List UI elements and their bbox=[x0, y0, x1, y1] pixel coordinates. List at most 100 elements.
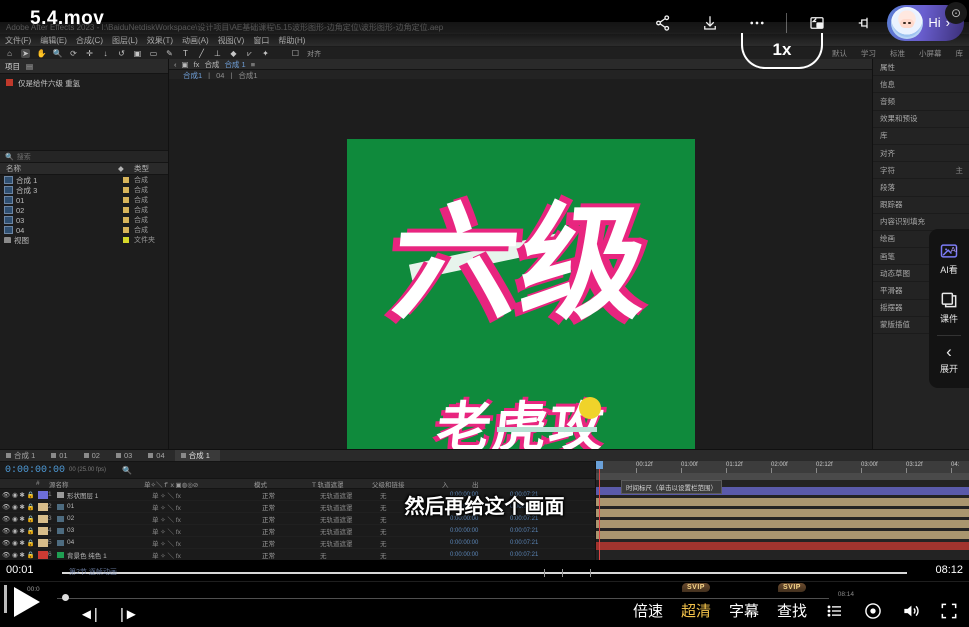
col-in[interactable]: 入 bbox=[442, 479, 472, 489]
hand-tool-icon[interactable]: ✋ bbox=[37, 49, 46, 58]
menu-edit[interactable]: 编辑(E) bbox=[40, 35, 67, 46]
layer-track-matte[interactable]: 无轨道遮罩 bbox=[320, 526, 380, 536]
next-button[interactable]: |► bbox=[120, 606, 139, 623]
timeline-layer-bar[interactable] bbox=[596, 542, 969, 550]
label-color-chip[interactable] bbox=[123, 197, 129, 203]
chapter-marker[interactable] bbox=[590, 569, 591, 577]
layer-name[interactable]: 背景色 纯色 1 bbox=[67, 550, 107, 560]
layer-out-point[interactable]: 0:00:07:21 bbox=[510, 528, 570, 534]
project-item[interactable]: 合成 1合成 bbox=[0, 175, 168, 185]
pause-icon[interactable] bbox=[4, 585, 13, 599]
layer-in-point[interactable]: 0:00:00:00 bbox=[450, 552, 510, 558]
progress-track[interactable] bbox=[62, 572, 907, 574]
workspace-smallscreen[interactable]: 小屏幕 bbox=[919, 48, 942, 59]
layer-mode[interactable]: 正常 bbox=[262, 550, 320, 560]
column-name[interactable]: 名称 bbox=[0, 163, 118, 174]
layer-track-matte[interactable]: 无 bbox=[320, 550, 380, 560]
previous-button[interactable]: ◄| bbox=[79, 606, 98, 623]
layer-name[interactable]: 04 bbox=[67, 539, 74, 546]
timeline-layer-bar[interactable] bbox=[596, 520, 969, 528]
menu-layer[interactable]: 图层(L) bbox=[112, 35, 138, 46]
project-tab[interactable]: 项目 bbox=[5, 61, 20, 72]
project-search-row[interactable]: 🔍 搜索 bbox=[0, 151, 168, 163]
layer-parent[interactable]: 无 bbox=[380, 550, 450, 560]
zoom-tool-icon[interactable]: 🔍 bbox=[53, 49, 62, 58]
timeline-work-area[interactable] bbox=[596, 473, 969, 480]
type-tool-icon[interactable]: T bbox=[181, 49, 190, 58]
layer-track-matte[interactable]: 无轨道遮罩 bbox=[320, 538, 380, 548]
layer-mode[interactable]: 正常 bbox=[262, 538, 320, 548]
layer-out-point[interactable]: 0:00:07:21 bbox=[510, 552, 570, 558]
courseware-button[interactable]: 课件 bbox=[929, 286, 969, 332]
roto-brush-tool-icon[interactable]: ⩗ bbox=[245, 49, 254, 58]
expand-rail-button[interactable]: ‹ 展开 bbox=[929, 339, 969, 382]
project-panel-menu-icon[interactable]: ▤ bbox=[26, 62, 33, 71]
label-color-chip[interactable] bbox=[123, 217, 129, 223]
viewer-fx-icon[interactable]: fx bbox=[194, 60, 200, 69]
yellow-dot-shape[interactable] bbox=[579, 397, 601, 419]
layer-color-chip[interactable] bbox=[38, 551, 48, 559]
fullscreen-icon[interactable] bbox=[939, 601, 959, 621]
composition-canvas[interactable]: 六级 老虎攻 bbox=[347, 139, 695, 487]
project-search-input[interactable]: 搜索 bbox=[17, 152, 31, 162]
right-panel-tab[interactable]: 字符主 bbox=[873, 162, 969, 179]
workspace-default[interactable]: 默认 bbox=[832, 48, 847, 59]
label-color-chip[interactable] bbox=[123, 187, 129, 193]
download-icon[interactable] bbox=[686, 0, 733, 45]
timeline-tab[interactable]: 合成 1 bbox=[175, 450, 220, 461]
workspace-learn[interactable]: 学习 bbox=[861, 48, 876, 59]
layer-switches[interactable]: 👁 ◉ ✱ 🔒 bbox=[0, 539, 38, 547]
layer-switch-icons[interactable]: 单 ✧ ＼ fx bbox=[152, 550, 262, 560]
layer-out-point[interactable]: 0:00:07:21 bbox=[510, 540, 570, 546]
brush-tool-icon[interactable]: ╱ bbox=[197, 49, 206, 58]
volume-icon[interactable] bbox=[901, 601, 921, 621]
col-mode[interactable]: 模式 bbox=[254, 479, 312, 489]
chapter-marker[interactable] bbox=[562, 569, 563, 577]
rotation-tool-icon[interactable]: ⟳ bbox=[69, 49, 78, 58]
current-time-indicator-head[interactable] bbox=[596, 461, 603, 469]
menu-view[interactable]: 视图(V) bbox=[218, 35, 245, 46]
pen-tool-icon[interactable]: ✎ bbox=[165, 49, 174, 58]
timeline-layer-bar[interactable] bbox=[596, 531, 969, 539]
mask-tool-icon[interactable]: ▣ bbox=[133, 49, 142, 58]
ai-watch-button[interactable]: AI AI看 bbox=[929, 237, 969, 283]
right-panel-tab[interactable]: 效果和预设 bbox=[873, 111, 969, 128]
layer-in-point[interactable]: 0:00:00:00 bbox=[450, 528, 510, 534]
col-parent[interactable]: 父级和链接 bbox=[372, 479, 442, 489]
camera-tool-icon[interactable]: ↓ bbox=[101, 49, 110, 58]
search-button[interactable]: SVIP 查找 bbox=[777, 600, 807, 621]
puppet-pin-tool-icon[interactable]: ✦ bbox=[261, 49, 270, 58]
project-item[interactable]: 02合成 bbox=[0, 205, 168, 215]
menu-composition[interactable]: 合成(C) bbox=[76, 35, 103, 46]
eraser-tool-icon[interactable]: ◆ bbox=[229, 49, 238, 58]
col-source-name[interactable]: 源名称 bbox=[45, 479, 144, 489]
layer-switch-icons[interactable]: 单 ✧ ＼ fx bbox=[152, 526, 262, 536]
layer-switches[interactable]: 👁 ◉ ✱ 🔒 bbox=[0, 551, 38, 559]
menu-file[interactable]: 文件(F) bbox=[5, 35, 31, 46]
mini-progress-track[interactable] bbox=[57, 598, 829, 599]
label-color-chip[interactable] bbox=[123, 237, 129, 243]
project-item[interactable]: 01合成 bbox=[0, 195, 168, 205]
right-panel-tab[interactable]: 段落 bbox=[873, 179, 969, 196]
layer-name[interactable]: 03 bbox=[67, 527, 74, 534]
timeline-tab[interactable]: 01 bbox=[45, 450, 77, 461]
settings-icon[interactable] bbox=[863, 601, 883, 621]
home-icon[interactable]: ⌂ bbox=[5, 49, 14, 58]
playback-speed-overlay[interactable]: 1x bbox=[741, 33, 823, 69]
timeline-tab[interactable]: 合成 1 bbox=[0, 450, 45, 461]
right-panel-tab[interactable]: 信息 bbox=[873, 76, 969, 93]
quality-button[interactable]: SVIP 超清 bbox=[681, 600, 711, 621]
workspace-library[interactable]: 库 bbox=[956, 48, 964, 59]
right-panel-tab[interactable]: 属性 bbox=[873, 59, 969, 76]
timeline-search-icon[interactable]: 🔍 bbox=[122, 466, 132, 475]
label-color-chip[interactable] bbox=[123, 207, 129, 213]
share-icon[interactable] bbox=[639, 0, 686, 45]
layer-in-point[interactable]: 0:00:00:00 bbox=[450, 540, 510, 546]
close-icon[interactable]: ⊙ bbox=[945, 2, 967, 24]
col-out[interactable]: 出 bbox=[472, 479, 502, 489]
clone-stamp-tool-icon[interactable]: ⊥ bbox=[213, 49, 222, 58]
timeline-tab[interactable]: 03 bbox=[110, 450, 142, 461]
anchor-point-tool-icon[interactable]: ✛ bbox=[85, 49, 94, 58]
label-color-chip[interactable] bbox=[123, 177, 129, 183]
orbit-tool-icon[interactable]: ↺ bbox=[117, 49, 126, 58]
